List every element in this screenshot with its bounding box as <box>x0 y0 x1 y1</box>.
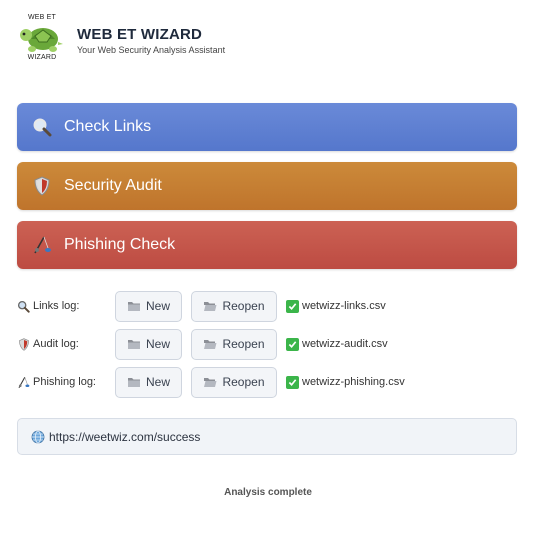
open-folder-icon <box>203 338 217 350</box>
app-logo: WEB ET WIZARD <box>17 14 67 62</box>
audit-log-reopen-label: Reopen <box>222 337 265 351</box>
logo-top-text: WEB ET <box>27 14 57 21</box>
links-log-row: Links log: New Reopen wetwizz-links.csv <box>17 290 386 322</box>
audit-log-reopen-button[interactable]: Reopen <box>191 328 277 360</box>
check-links-button[interactable]: Check Links <box>17 103 517 151</box>
folder-icon <box>127 338 141 350</box>
shield-icon <box>17 337 30 351</box>
phishing-check-button[interactable]: Phishing Check <box>17 221 517 269</box>
open-folder-icon <box>203 376 217 388</box>
fishing-pole-icon <box>31 234 53 256</box>
checkmark-icon <box>286 337 299 351</box>
fishing-pole-icon <box>17 376 30 389</box>
app-title: WEB ET WIZARD <box>77 26 203 43</box>
links-log-file: wetwizz-links.csv <box>302 300 386 312</box>
checkmark-icon <box>286 375 299 389</box>
phishing-log-row: Phishing log: New Reopen wetwizz-phishin… <box>17 366 405 398</box>
phishing-log-label: Phishing log: <box>33 376 96 388</box>
checkmark-icon <box>286 299 299 313</box>
links-log-new-button[interactable]: New <box>115 290 182 322</box>
audit-log-file: wetwizz-audit.csv <box>302 338 388 350</box>
audit-log-new-label: New <box>145 337 170 351</box>
url-value: https://weetwiz.com/success <box>49 429 201 444</box>
turtle-icon <box>20 28 63 52</box>
logo-bottom-text: WIZARD <box>27 54 57 61</box>
status-text: Analysis complete <box>224 487 312 498</box>
folder-icon <box>127 376 141 388</box>
audit-log-row: Audit log: New Reopen wetwizz-audit.csv <box>17 328 388 360</box>
magnifier-icon <box>17 300 30 313</box>
links-log-new-label: New <box>145 299 170 313</box>
magnifier-icon <box>31 116 53 138</box>
open-folder-icon <box>203 300 217 312</box>
security-audit-label: Security Audit <box>64 177 162 194</box>
links-log-reopen-label: Reopen <box>222 299 265 313</box>
globe-icon <box>31 430 45 444</box>
phishing-log-reopen-label: Reopen <box>222 375 265 389</box>
folder-icon <box>127 300 141 312</box>
links-log-label: Links log: <box>33 300 80 312</box>
audit-log-new-button[interactable]: New <box>115 328 182 360</box>
url-field[interactable]: https://weetwiz.com/success <box>17 418 517 455</box>
phishing-log-new-button[interactable]: New <box>115 366 182 398</box>
phishing-log-new-label: New <box>145 375 170 389</box>
app-subtitle: Your Web Security Analysis Assistant <box>77 45 226 55</box>
phishing-log-reopen-button[interactable]: Reopen <box>191 366 277 398</box>
app-header: WEB ET WIZARD WEB ET WIZARD Your Web Sec… <box>17 14 225 62</box>
phishing-log-file: wetwizz-phishing.csv <box>302 376 405 388</box>
security-audit-button[interactable]: Security Audit <box>17 162 517 210</box>
phishing-check-label: Phishing Check <box>64 236 176 253</box>
check-links-label: Check Links <box>64 118 152 135</box>
shield-icon <box>31 175 53 197</box>
links-log-reopen-button[interactable]: Reopen <box>191 290 277 322</box>
audit-log-label: Audit log: <box>33 338 79 350</box>
